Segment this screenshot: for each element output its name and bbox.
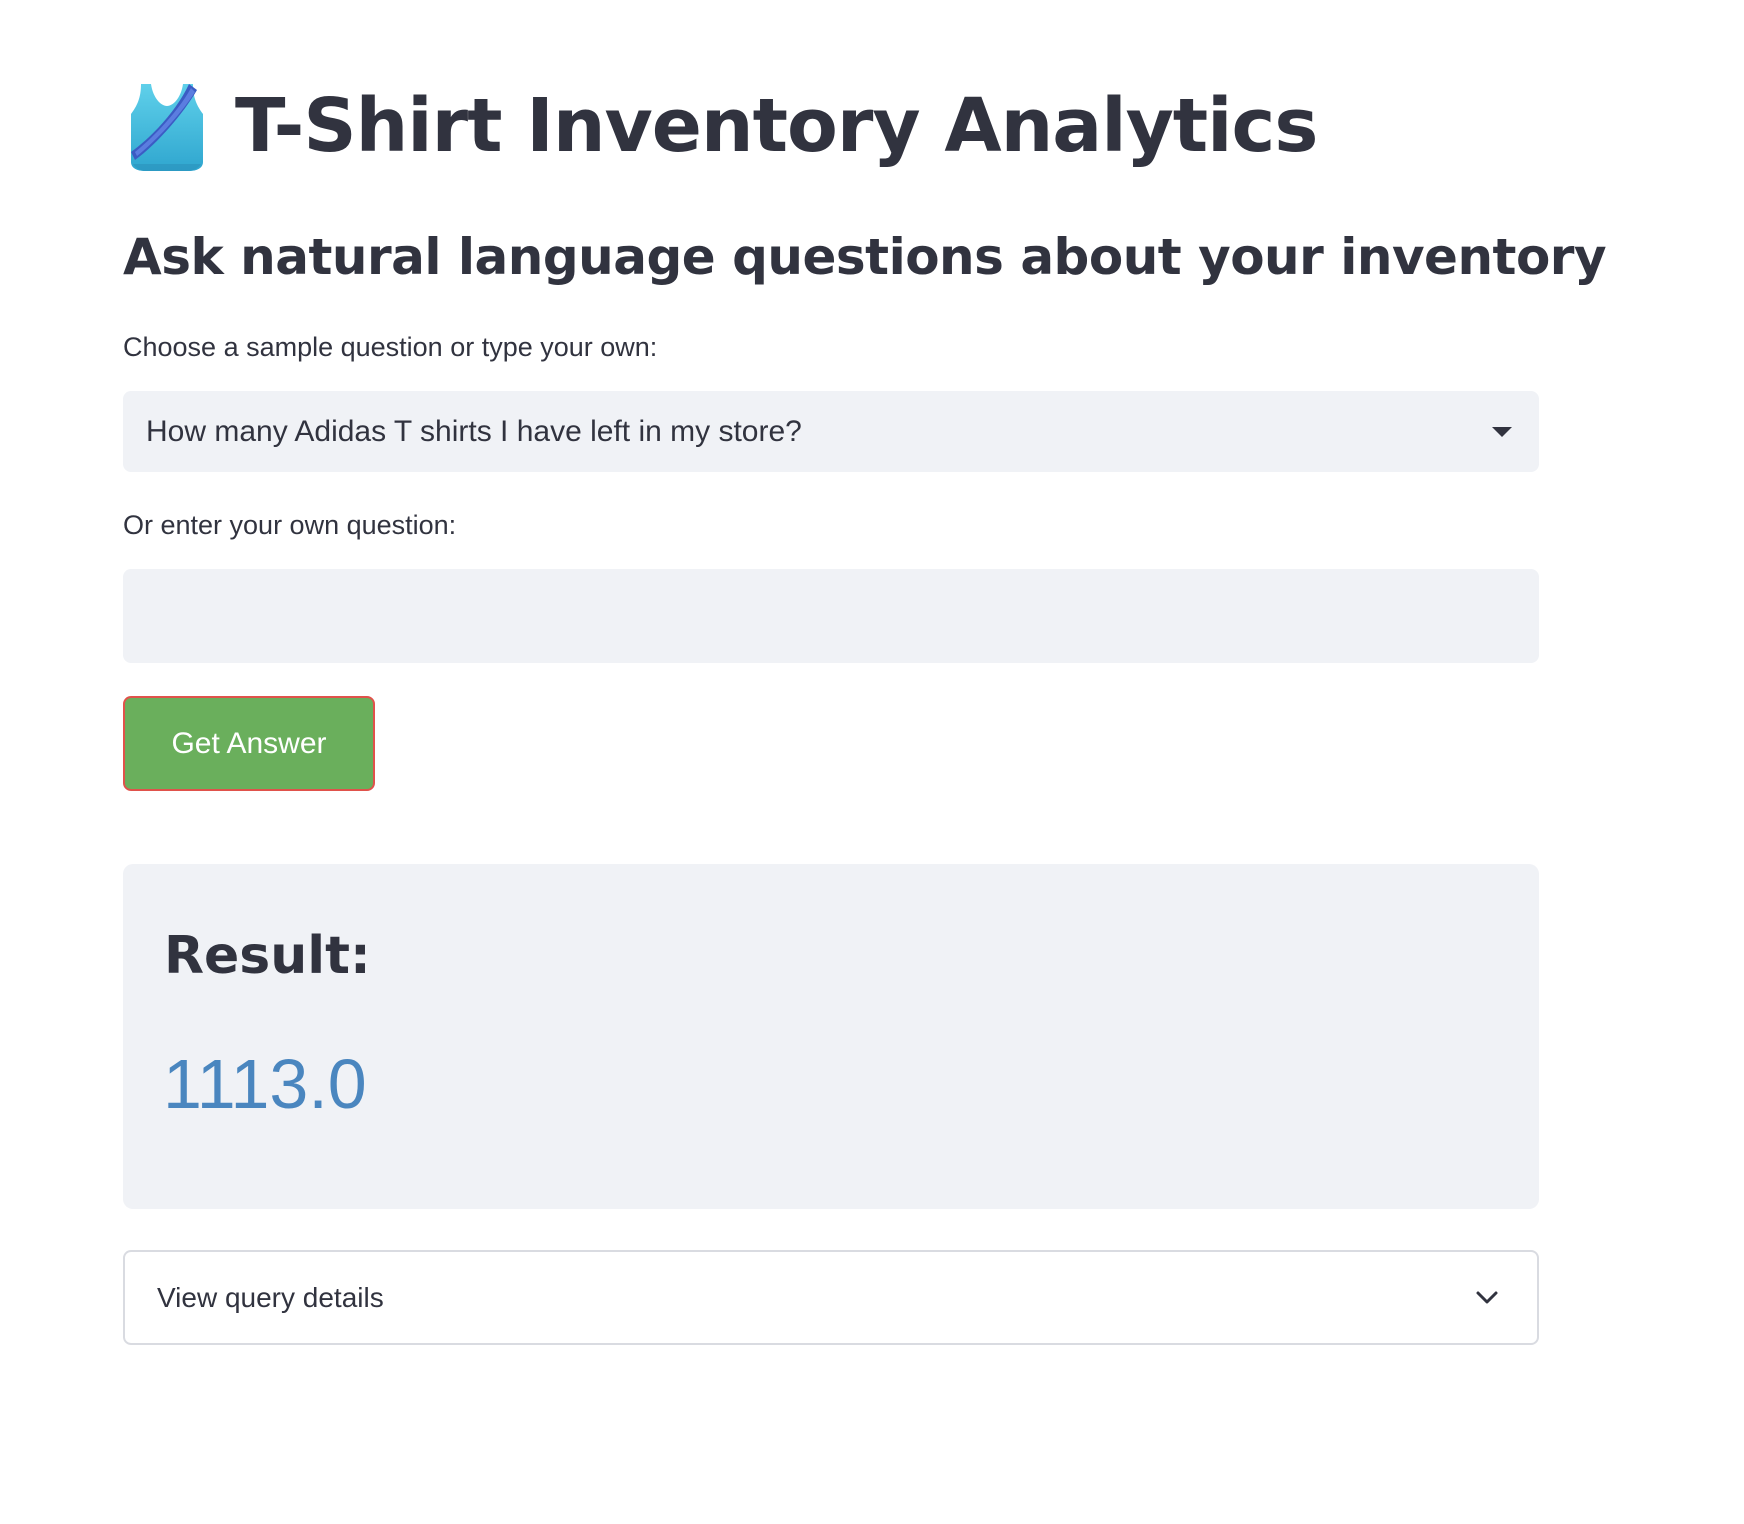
view-query-details-label: View query details [157, 1281, 384, 1313]
result-value: 1113.0 [163, 1045, 367, 1123]
custom-question-label: Or enter your own question: [123, 510, 457, 540]
title-row: T-Shirt Inventory Analytics [127, 76, 1318, 176]
result-heading: Result: [164, 926, 371, 986]
sample-question-selected-value: How many Adidas T shirts I have left in … [146, 414, 802, 448]
chevron-down-icon [1476, 1291, 1498, 1303]
page-title: T-Shirt Inventory Analytics [235, 83, 1318, 169]
sample-question-select[interactable]: How many Adidas T shirts I have left in … [123, 391, 1539, 472]
page-subtitle: Ask natural language questions about you… [123, 228, 1607, 286]
result-card: Result: 1113.0 [123, 864, 1539, 1209]
caret-down-icon [1492, 426, 1512, 437]
sample-question-label: Choose a sample question or type your ow… [123, 332, 658, 362]
custom-question-input[interactable] [123, 569, 1539, 663]
view-query-details-expander[interactable]: View query details [123, 1250, 1539, 1345]
get-answer-button[interactable]: Get Answer [123, 696, 375, 791]
tank-top-icon [131, 84, 203, 171]
